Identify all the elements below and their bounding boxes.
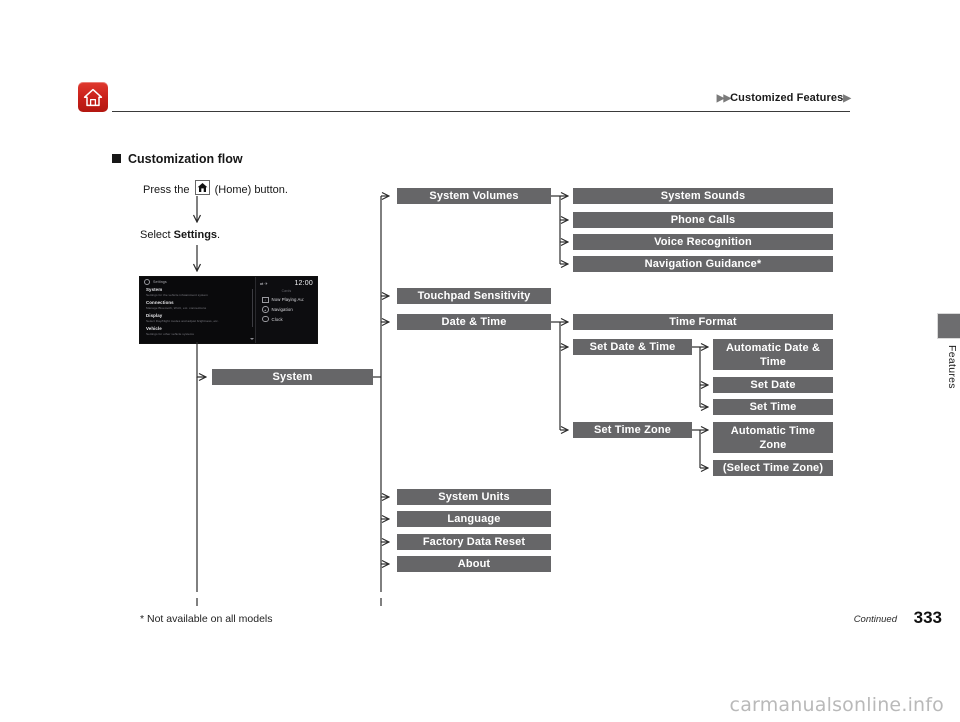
step-press-prefix: Press the: [143, 184, 190, 196]
flow-node-set-date-time[interactable]: Set Date & Time: [573, 339, 692, 355]
navigation-icon: ▲: [262, 306, 269, 313]
side-tab-marker: [937, 313, 960, 339]
home-icon: [194, 180, 210, 195]
flow-node-automatic-time-zone[interactable]: Automatic Time Zone: [713, 422, 833, 453]
screenshot-menu-item: Connections Manage Bluetooth, Wi-Fi, etc…: [140, 299, 255, 312]
flow-node-touchpad-sensitivity[interactable]: Touchpad Sensitivity: [397, 288, 551, 304]
flow-node-automatic-date-time[interactable]: Automatic Date & Time: [713, 339, 833, 370]
status-icons: ⇄ ✈: [260, 280, 268, 286]
screenshot-menu-item: System Settings for the vehicle infotain…: [140, 286, 255, 299]
flow-node-date-time[interactable]: Date & Time: [397, 314, 551, 330]
menu-item-subtitle: Manage Bluetooth, Wi-Fi, etc. connection…: [146, 306, 207, 310]
screenshot-card: ♪ Now Playing Au:: [256, 295, 317, 305]
header-divider: [112, 111, 850, 112]
flow-node-system[interactable]: System: [212, 369, 373, 385]
step-select-bold: Settings: [173, 229, 218, 241]
breadcrumb-label: Customized Features: [730, 92, 844, 104]
step-select-suffix: .: [217, 229, 221, 241]
step-select-settings: Select Settings.: [140, 229, 220, 241]
screenshot-menu-item: Vehicle Settings for other vehicle syste…: [140, 325, 255, 338]
flow-node-time-format[interactable]: Time Format: [573, 314, 833, 330]
screenshot-card: ▲ Navigation: [256, 305, 317, 315]
breadcrumb-prefix-icon: ▶▶: [716, 93, 731, 104]
step-select-prefix: Select: [140, 229, 171, 241]
page-number: 333: [913, 608, 942, 627]
screenshot-card: · Clock: [256, 314, 317, 324]
flow-node-set-time[interactable]: Set Time: [713, 399, 833, 415]
chevron-down-icon: [250, 338, 254, 340]
flow-node-about[interactable]: About: [397, 556, 551, 572]
side-tab-label: Features: [946, 345, 958, 389]
screenshot-scrollbar: [251, 289, 253, 327]
menu-item-subtitle: Select Day/Night modes and adjust bright…: [146, 319, 219, 323]
flow-node-voice-recognition[interactable]: Voice Recognition: [573, 234, 833, 250]
header-home-icon: [78, 82, 108, 112]
breadcrumb-suffix-icon: ▶: [843, 93, 851, 104]
screenshot-topbar: Settings: [140, 277, 255, 286]
footnote: * Not available on all models: [140, 613, 273, 625]
flow-node-system-volumes[interactable]: System Volumes: [397, 188, 551, 204]
screenshot-menu-item: Display Select Day/Night modes and adjus…: [140, 312, 255, 325]
media-icon: ♪: [262, 296, 269, 304]
card-label: Now Playing Au:: [271, 297, 305, 303]
step-press-home: Press the (Home) button.: [143, 180, 288, 196]
section-heading-label: Customization flow: [128, 152, 243, 166]
gear-icon: [144, 278, 150, 285]
flow-node-navigation-guidance[interactable]: Navigation Guidance*: [573, 256, 833, 272]
settings-screen-screenshot: Settings System Settings for the vehicle…: [139, 276, 318, 344]
cards-label: Cards: [281, 289, 292, 293]
flow-node-phone-calls[interactable]: Phone Calls: [573, 212, 833, 228]
card-label: Clock: [271, 316, 283, 322]
flow-node-system-units[interactable]: System Units: [397, 489, 551, 505]
continued-label: Continued: [853, 614, 897, 625]
flow-node-set-time-zone[interactable]: Set Time Zone: [573, 422, 692, 438]
clock-icon: ·: [262, 315, 269, 323]
watermark: carmanualsonline.info: [729, 694, 944, 716]
status-clock: 12:00: [294, 279, 313, 287]
flow-node-language[interactable]: Language: [397, 511, 551, 527]
breadcrumb: ▶▶Customized Features▶: [560, 92, 851, 104]
screenshot-menu-panel: Settings System Settings for the vehicle…: [140, 277, 256, 343]
flow-node-select-time-zone[interactable]: (Select Time Zone): [713, 460, 833, 476]
flow-node-factory-data-reset[interactable]: Factory Data Reset: [397, 534, 551, 550]
menu-item-subtitle: Settings for other vehicle systems: [146, 332, 194, 336]
bullet-square-icon: [112, 154, 121, 163]
screenshot-cards-panel: ⇄ ✈ 12:00 Cards ♪ Now Playing Au: ▲ Navi…: [256, 277, 317, 343]
page-title: Customization flow: [112, 152, 243, 166]
screenshot-topbar-label: Settings: [153, 279, 167, 284]
screenshot-status-bar: ⇄ ✈ 12:00: [256, 277, 317, 289]
step-press-suffix: (Home) button.: [214, 184, 288, 196]
menu-item-subtitle: Settings for the vehicle infotainment sy…: [146, 293, 208, 297]
flow-node-set-date[interactable]: Set Date: [713, 377, 833, 393]
flow-node-system-sounds[interactable]: System Sounds: [573, 188, 833, 204]
card-label: Navigation: [271, 307, 293, 313]
